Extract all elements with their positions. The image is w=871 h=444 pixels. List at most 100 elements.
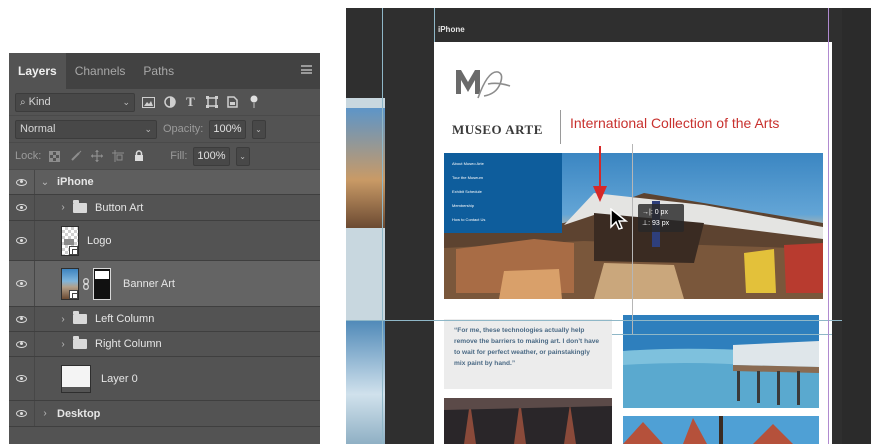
move-cursor-icon — [610, 208, 628, 230]
visibility-toggle[interactable] — [9, 332, 35, 356]
pier-photo[interactable] — [623, 315, 819, 408]
eye-icon — [16, 375, 27, 382]
layer-name: Desktop — [57, 407, 101, 420]
layer-thumbnail — [61, 225, 79, 256]
lock-position-icon[interactable] — [89, 150, 104, 163]
blend-mode-select[interactable]: Normal ⌄ — [15, 119, 157, 139]
chevron-down-icon: ⌄ — [144, 123, 152, 134]
trees-painting — [623, 416, 819, 444]
chevron-down-icon[interactable]: ⌄ — [39, 177, 51, 188]
eye-icon — [16, 280, 27, 287]
chevron-right-icon[interactable]: › — [39, 408, 51, 419]
brand-name: MUSEO ARTE — [452, 122, 543, 137]
visibility-toggle[interactable] — [9, 401, 35, 426]
measurement-tooltip: →|: 0 px ⊥: 93 px — [638, 204, 684, 232]
tab-channels[interactable]: Channels — [66, 53, 135, 89]
chevron-right-icon[interactable]: › — [57, 202, 69, 213]
adjustment-filter-icon[interactable] — [162, 96, 177, 109]
lock-all-icon[interactable] — [131, 150, 146, 163]
layer-thumbnail — [61, 364, 91, 393]
artboard-label[interactable]: iPhone — [438, 25, 465, 34]
guide-line — [346, 320, 842, 321]
type-filter-icon[interactable]: T — [183, 94, 198, 109]
banner-image[interactable]: About Museo Arte Tour the Museum Exhibit… — [444, 153, 823, 299]
layer-row-banner-art[interactable]: Banner Art — [9, 261, 320, 307]
gallery-painting — [444, 398, 612, 444]
smart-guide — [612, 334, 832, 335]
eye-icon — [16, 204, 27, 211]
measure-dx: 0 px — [654, 209, 668, 216]
blend-row: Normal ⌄ Opacity: 100% ⌄ — [9, 116, 320, 143]
visibility-toggle[interactable] — [9, 170, 35, 194]
quote-box: “For me, these technologies actually hel… — [444, 319, 612, 389]
measure-dy: 93 px — [652, 220, 670, 227]
folder-icon — [73, 336, 87, 349]
layer-row-left-column[interactable]: › Left Column — [9, 307, 320, 332]
chevron-down-icon: ⌄ — [122, 96, 130, 107]
visibility-toggle[interactable] — [9, 261, 35, 306]
panel-menu-icon[interactable] — [301, 65, 312, 74]
tab-layers[interactable]: Layers — [9, 53, 66, 89]
smart-guide — [632, 144, 633, 334]
vertical-offset-icon: ⊥: — [642, 220, 652, 227]
fill-label: Fill: — [170, 150, 188, 162]
pixel-filter-icon[interactable] — [141, 96, 156, 109]
nav-item[interactable]: About Museo Arte — [444, 157, 562, 171]
lock-transparent-pixels-icon[interactable] — [47, 150, 62, 163]
layer-thumbnail — [61, 267, 79, 300]
layer-row-desktop[interactable]: › Desktop — [9, 401, 320, 427]
blend-mode-value: Normal — [20, 123, 56, 135]
guide-line — [382, 8, 383, 444]
folder-icon — [73, 199, 87, 213]
search-icon: ⌕ — [20, 96, 26, 108]
smart-object-filter-icon[interactable] — [225, 96, 240, 109]
layer-name: Left Column — [95, 313, 155, 325]
screenshot: Layers Channels Paths ⌕ Kind ⌄ T Normal … — [0, 0, 871, 444]
visibility-toggle[interactable] — [9, 195, 35, 220]
opacity-input[interactable]: 100% — [209, 119, 246, 139]
quote-text: “For me, these technologies actually hel… — [454, 327, 600, 367]
eye-icon — [16, 315, 27, 323]
nav-item[interactable]: How to Contact Us — [444, 213, 562, 227]
opacity-dropdown-button[interactable]: ⌄ — [251, 119, 266, 139]
layer-mask-thumbnail[interactable] — [93, 267, 111, 300]
nav-item[interactable]: Tour the Museum — [444, 171, 562, 185]
filter-kind-select[interactable]: ⌕ Kind ⌄ — [15, 92, 135, 112]
canvas-scroll-region[interactable] — [842, 8, 871, 444]
visibility-toggle[interactable] — [9, 357, 35, 400]
filter-toggle-icon[interactable] — [246, 95, 261, 109]
fill-input[interactable]: 100% — [193, 146, 230, 166]
visibility-toggle[interactable] — [9, 221, 35, 260]
shape-filter-icon[interactable] — [204, 96, 219, 109]
gallery-photo[interactable] — [444, 398, 612, 444]
lock-image-pixels-icon[interactable] — [68, 150, 83, 163]
layer-row-button-art[interactable]: › Button Art — [9, 195, 320, 221]
folder-icon — [73, 311, 87, 324]
layer-name: Button Art — [95, 201, 144, 214]
lock-artboard-icon[interactable] — [110, 150, 125, 163]
layer-name: iPhone — [57, 176, 94, 188]
layer-name: Layer 0 — [101, 372, 138, 385]
pier-painting — [623, 315, 819, 408]
layer-row-layer-0[interactable]: Layer 0 — [9, 357, 320, 401]
lock-row: Lock: Fill: 100% ⌄ — [9, 143, 320, 170]
horizontal-offset-icon: →|: — [642, 209, 655, 216]
document-canvas[interactable]: iPhone MUSEO ARTE International Collecti… — [346, 8, 871, 444]
trees-photo[interactable] — [623, 416, 819, 444]
opacity-value: 100% — [213, 123, 242, 135]
layer-name: Right Column — [95, 338, 162, 350]
tab-paths[interactable]: Paths — [134, 53, 183, 89]
layer-row-right-column[interactable]: › Right Column — [9, 332, 320, 357]
layer-row-logo[interactable]: Logo — [9, 221, 320, 261]
visibility-toggle[interactable] — [9, 307, 35, 331]
fill-dropdown-button[interactable]: ⌄ — [235, 146, 250, 166]
layer-row-iphone[interactable]: ⌄ iPhone — [9, 170, 320, 195]
nav-item[interactable]: Membership — [444, 199, 562, 213]
nav-item[interactable]: Exhibit Schedule — [444, 185, 562, 199]
mask-link-icon[interactable] — [82, 277, 90, 290]
chevron-right-icon[interactable]: › — [57, 339, 69, 350]
artboard-iphone[interactable]: MUSEO ARTE International Collection of t… — [434, 42, 832, 444]
chevron-right-icon[interactable]: › — [57, 314, 69, 325]
smart-object-badge-icon — [69, 245, 78, 255]
panel-tab-bar: Layers Channels Paths — [9, 53, 320, 89]
